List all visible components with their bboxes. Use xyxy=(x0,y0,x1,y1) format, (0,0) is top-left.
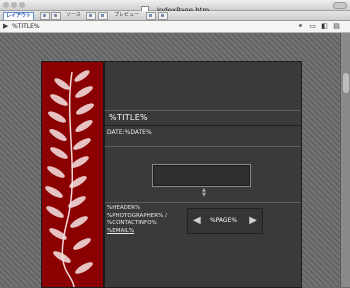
vertical-scrollbar[interactable] xyxy=(340,33,350,287)
previous-page-arrow-icon[interactable]: ◀ xyxy=(193,215,201,227)
source-option-icon[interactable] xyxy=(86,12,96,20)
tab-layout[interactable]: レイアウト xyxy=(3,12,35,20)
contact-placeholder[interactable]: %CONTACTINFO% xyxy=(107,220,167,228)
scrollbar-thumb[interactable] xyxy=(343,73,349,93)
tag-path-bar: ▶ %TITLE% ⚭ ▭ ◧ ▤ xyxy=(0,21,350,33)
image-placeholder-box[interactable] xyxy=(152,164,251,187)
header-placeholder[interactable]: %HEADER% xyxy=(107,205,167,213)
preview-option-icon[interactable] xyxy=(146,12,156,20)
date-placeholder[interactable]: DATE:%DATE% xyxy=(107,129,152,136)
leaf-decoration-image xyxy=(42,62,103,287)
footer-info: %HEADER% %PHOTOGRAPHER% / %CONTACTINFO% … xyxy=(107,205,167,235)
preview-option-icon-2[interactable] xyxy=(158,12,168,20)
link-icon[interactable]: ⚭ xyxy=(297,22,304,30)
small-arrow-icons: ▲ ▼ xyxy=(202,187,206,198)
email-link[interactable]: %EMAIL% xyxy=(107,228,167,236)
photographer-placeholder[interactable]: %PHOTOGRAPHER% / xyxy=(107,213,167,221)
next-page-arrow-icon[interactable]: ▶ xyxy=(249,215,257,227)
layout-option-icon[interactable] xyxy=(40,12,50,20)
page-content: %TITLE% DATE:%DATE% ▲ ▼ %HEADER% %PHOTOGR… xyxy=(105,62,301,287)
palette-icon[interactable]: ▤ xyxy=(333,22,340,30)
page-frame[interactable]: %TITLE% DATE:%DATE% ▲ ▼ %HEADER% %PHOTOGR… xyxy=(41,61,302,288)
path-tag-title[interactable]: %TITLE% xyxy=(12,22,40,31)
toolbar-toggle-button[interactable] xyxy=(333,2,347,9)
view-tab-bar: レイアウト ソース プレビュー xyxy=(0,11,350,21)
tab-preview[interactable]: プレビュー xyxy=(112,12,141,19)
source-option-icon-2[interactable] xyxy=(98,12,108,20)
box-icon[interactable]: ◧ xyxy=(321,22,328,30)
layout-option-icon-2[interactable] xyxy=(51,12,61,20)
tab-source[interactable]: ソース xyxy=(64,12,83,19)
leaf-branch-icon xyxy=(45,70,94,287)
page-icon[interactable]: ▭ xyxy=(309,22,316,30)
page-placeholder[interactable]: %PAGE% xyxy=(210,217,237,224)
page-navigation: ◀ %PAGE% ▶ xyxy=(187,208,263,234)
window-titlebar: IndexPage.htm xyxy=(0,0,350,15)
title-placeholder[interactable]: %TITLE% xyxy=(109,113,148,122)
disclosure-arrow-icon[interactable]: ▶ xyxy=(3,22,8,30)
